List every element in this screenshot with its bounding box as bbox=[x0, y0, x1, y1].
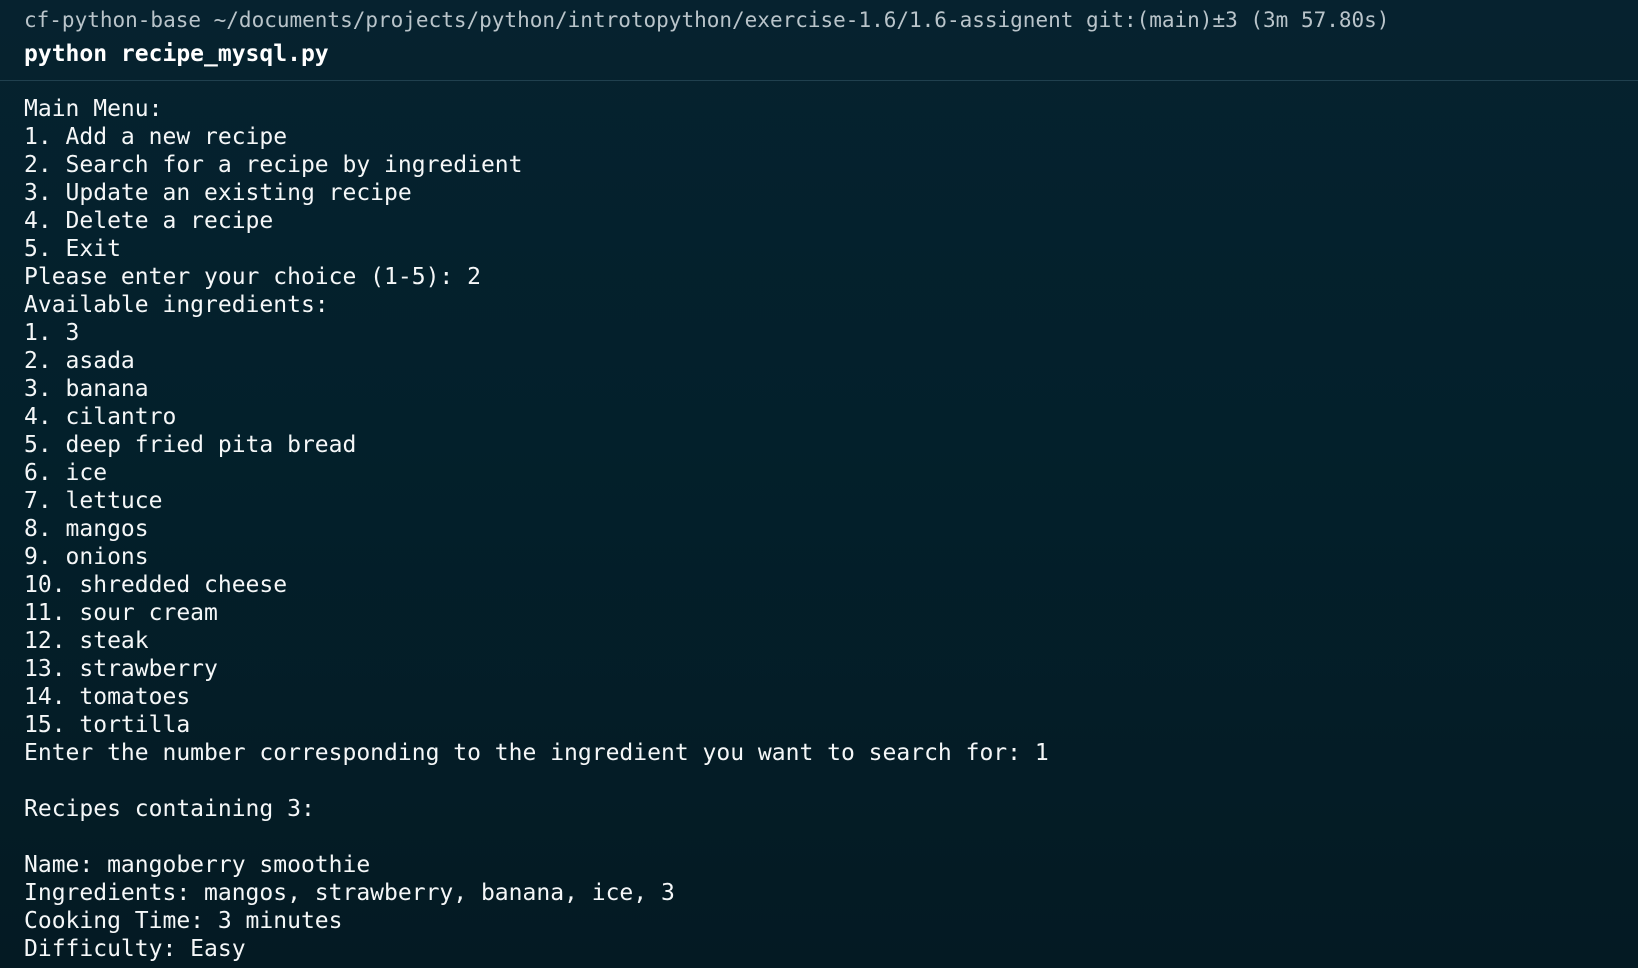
output-line: 3. banana bbox=[24, 376, 149, 402]
output-line: 4. Delete a recipe bbox=[24, 208, 274, 234]
output-line: 11. sour cream bbox=[24, 600, 218, 626]
output-line: Please enter your choice (1-5): 2 bbox=[24, 264, 481, 290]
output-line: Recipes containing 3: bbox=[24, 796, 315, 822]
shell-prompt: cf-python-base ~/documents/projects/pyth… bbox=[24, 8, 1390, 32]
output-line: 7. lettuce bbox=[24, 488, 163, 514]
output-line: 9. onions bbox=[24, 544, 149, 570]
output-line: 1. Add a new recipe bbox=[24, 124, 288, 150]
output-line: Name: mangoberry smoothie bbox=[24, 852, 371, 878]
output-line: Main Menu: bbox=[24, 96, 163, 122]
output-line: Enter the number corresponding to the in… bbox=[24, 740, 1049, 766]
output-line: 1. 3 bbox=[24, 320, 80, 346]
output-line: 2. Search for a recipe by ingredient bbox=[24, 152, 523, 178]
output-line: Ingredients: mangos, strawberry, banana,… bbox=[24, 880, 675, 906]
output-line: 15. tortilla bbox=[24, 712, 191, 738]
output-line: 10. shredded cheese bbox=[24, 572, 288, 598]
output-line: 6. ice bbox=[24, 460, 108, 486]
output-line: Difficulty: Easy bbox=[24, 936, 246, 962]
output-line bbox=[24, 823, 1049, 851]
output-line: 3. Update an existing recipe bbox=[24, 180, 412, 206]
output-line: 13. strawberry bbox=[24, 656, 218, 682]
output-line: Cooking Time: 3 minutes bbox=[24, 908, 343, 934]
output-line: 5. deep fried pita bread bbox=[24, 432, 357, 458]
terminal-output: Main Menu: 1. Add a new recipe 2. Search… bbox=[24, 95, 1049, 963]
output-line: 8. mangos bbox=[24, 516, 149, 542]
command-header: cf-python-base ~/documents/projects/pyth… bbox=[0, 0, 1638, 81]
output-line: 14. tomatoes bbox=[24, 684, 191, 710]
output-line: 5. Exit bbox=[24, 236, 121, 262]
output-line: 12. steak bbox=[24, 628, 149, 654]
output-line: Available ingredients: bbox=[24, 292, 329, 318]
executed-command[interactable]: python recipe_mysql.py bbox=[24, 39, 329, 69]
terminal-window[interactable]: cf-python-base ~/documents/projects/pyth… bbox=[0, 0, 1638, 968]
output-line: 2. asada bbox=[24, 348, 135, 374]
output-line bbox=[24, 767, 1049, 795]
output-line: 4. cilantro bbox=[24, 404, 177, 430]
